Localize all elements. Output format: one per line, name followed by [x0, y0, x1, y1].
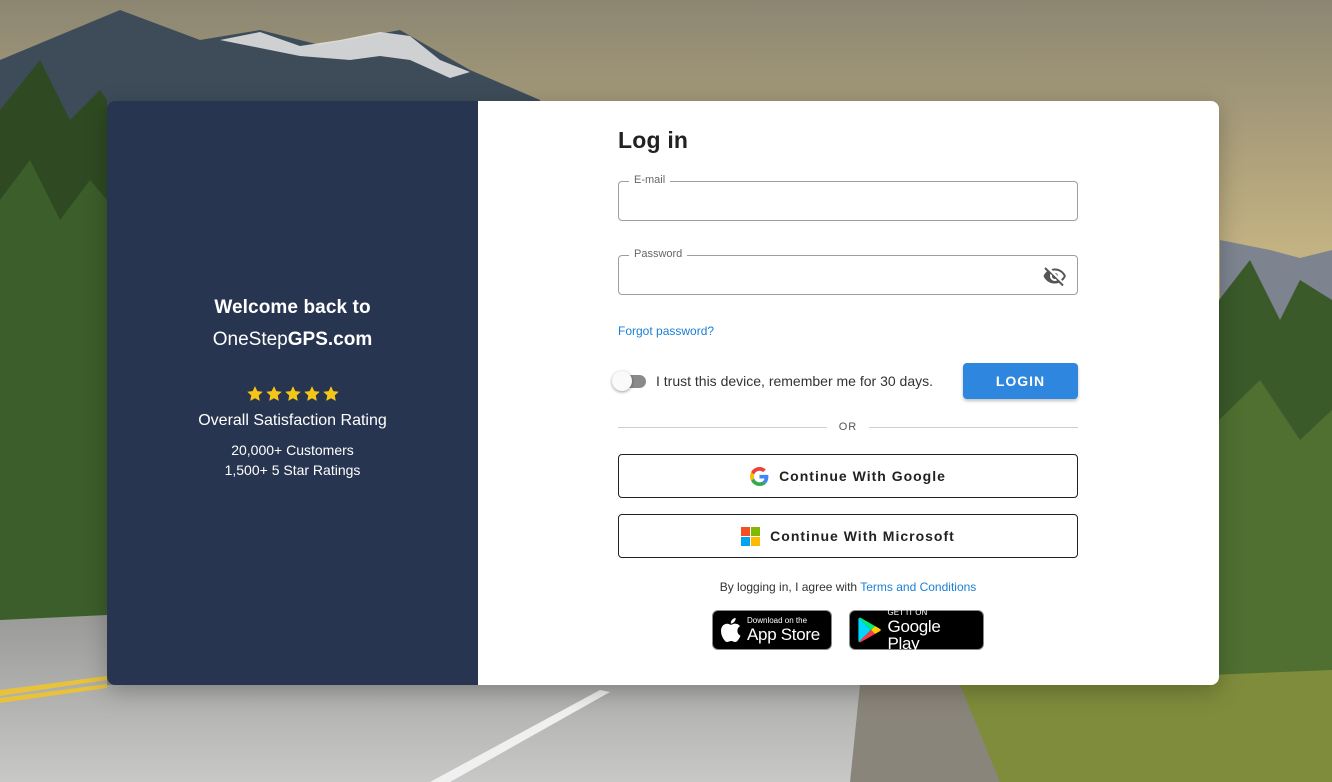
apple-icon [721, 618, 741, 642]
password-field[interactable] [619, 256, 1077, 294]
trust-device-toggle[interactable] [612, 371, 646, 391]
app-store-badges: Download on the App Store GET IT ON Goog… [618, 607, 1078, 653]
customers-stat: 20,000+ Customers [231, 442, 354, 458]
terms-link[interactable]: Terms and Conditions [860, 580, 976, 594]
toggle-thumb [612, 371, 632, 391]
divider-text: OR [838, 421, 858, 433]
login-form: Log in E-mail Password Forgot password? [612, 127, 1078, 653]
trust-device-label: I trust this device, remember me for 30 … [656, 373, 933, 389]
microsoft-login-button[interactable]: Continue With Microsoft [618, 514, 1078, 558]
google-login-button[interactable]: Continue With Google [618, 454, 1078, 498]
app-store-small: Download on the [747, 616, 808, 625]
welcome-heading: Welcome back to [214, 297, 371, 318]
google-play-icon [858, 617, 881, 643]
google-play-text: GET IT ON Google Play [887, 607, 975, 653]
google-play-big: Google Play [887, 616, 941, 653]
star-rating [246, 385, 340, 403]
email-field[interactable] [619, 182, 1077, 220]
rating-label: Overall Satisfaction Rating [198, 412, 387, 429]
login-button[interactable]: LOGIN [963, 363, 1078, 399]
login-card: Welcome back to OneStepGPS.com Overall S… [107, 101, 1219, 685]
login-panel: Log in E-mail Password Forgot password? [478, 101, 1219, 685]
google-play-small: GET IT ON [887, 607, 928, 617]
email-label: E-mail [629, 174, 671, 186]
google-icon [750, 466, 769, 486]
eye-off-icon[interactable] [1043, 264, 1067, 288]
site-name: OneStepGPS.com [212, 329, 373, 350]
app-store-text: Download on the App Store [747, 616, 820, 644]
terms-notice: By logging in, I agree with Terms and Co… [618, 580, 1078, 594]
microsoft-button-label: Continue With Microsoft [770, 528, 955, 544]
trust-device-row: I trust this device, remember me for 30 … [612, 363, 1078, 399]
star-icon [322, 386, 339, 401]
welcome-panel: Welcome back to OneStepGPS.com Overall S… [107, 101, 478, 685]
star-icon [284, 386, 301, 401]
email-field-wrapper: E-mail [618, 174, 1078, 221]
or-divider: OR [618, 419, 1078, 435]
divider-line [618, 426, 827, 428]
microsoft-icon [741, 526, 761, 546]
star-icon [303, 386, 320, 401]
terms-prefix: By logging in, I agree with [719, 580, 858, 594]
password-label: Password [629, 248, 688, 260]
star-icon [265, 386, 282, 401]
google-button-label: Continue With Google [779, 468, 946, 484]
ratings-stat: 1,500+ 5 Star Ratings [224, 462, 361, 478]
password-field-wrapper: Password [618, 248, 1078, 295]
star-icon [246, 386, 263, 401]
page-title: Log in [618, 127, 689, 153]
forgot-password-link[interactable]: Forgot password? [618, 324, 714, 338]
app-store-big: App Store [747, 625, 820, 644]
divider-line [869, 426, 1078, 428]
app-store-badge[interactable]: Download on the App Store [712, 610, 832, 650]
google-play-badge[interactable]: GET IT ON Google Play [849, 607, 984, 653]
